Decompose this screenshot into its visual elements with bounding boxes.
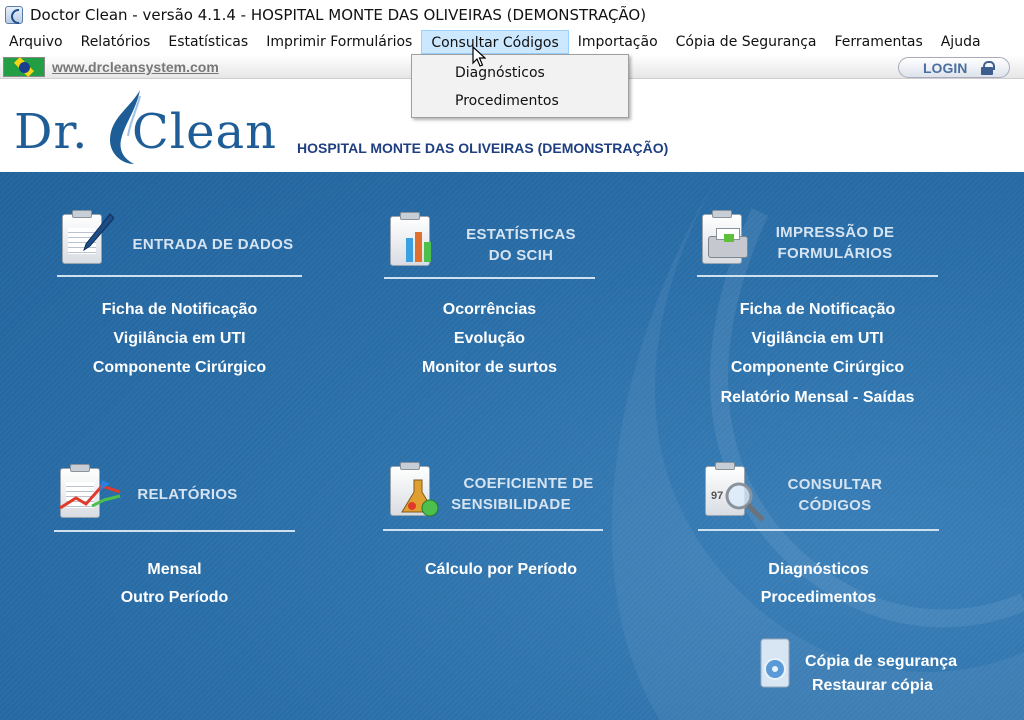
logo-text-dr: Dr. [14, 104, 89, 160]
estatisticas-evolucao-link[interactable]: Evolução [384, 330, 595, 348]
login-label: LOGIN [923, 59, 968, 76]
relatorios-outro-periodo-link[interactable]: Outro Período [54, 589, 295, 607]
consultar-procedimentos-link[interactable]: Procedimentos [698, 589, 939, 607]
impressao-vigilancia-uti-link[interactable]: Vigilância em UTI [697, 330, 938, 348]
relatorios-divider [54, 530, 295, 532]
consultar-divider [698, 529, 939, 531]
relatorios-mensal-link[interactable]: Mensal [54, 561, 295, 579]
estatisticas-monitor-surtos-link[interactable]: Monitor de surtos [384, 359, 595, 377]
dr-clean-logo: Dr. Clean [12, 80, 282, 180]
impressao-formularios-icon[interactable] [698, 210, 754, 268]
menu-copia-seguranca[interactable]: Cópia de Segurança [667, 30, 826, 54]
entrada-dados-title[interactable]: ENTRADA DE DADOS [118, 234, 308, 255]
mouse-cursor-icon [472, 46, 486, 67]
coeficiente-divider [383, 529, 603, 531]
login-button[interactable]: LOGIN [898, 57, 1010, 78]
brazil-flag-icon[interactable] [3, 57, 45, 77]
consultar-diagnosticos-link[interactable]: Diagnósticos [698, 561, 939, 579]
estatisticas-title-line2[interactable]: DO SCIH [446, 245, 596, 266]
relatorios-icon[interactable] [56, 464, 121, 522]
coeficiente-calculo-periodo-link[interactable]: Cálculo por Período [383, 561, 619, 579]
coeficiente-title-line2[interactable]: SENSIBILIDADE [446, 494, 576, 515]
estatisticas-icon[interactable] [386, 212, 442, 270]
coeficiente-title-line1[interactable]: COEFICIENTE DE [446, 473, 611, 494]
menu-ajuda[interactable]: Ajuda [932, 30, 990, 54]
menu-imprimir-formularios[interactable]: Imprimir Formulários [257, 30, 421, 54]
title-bar: Doctor Clean - versão 4.1.4 - HOSPITAL M… [0, 0, 1024, 30]
estatisticas-ocorrencias-link[interactable]: Ocorrências [384, 301, 595, 319]
impressao-divider [697, 275, 938, 277]
consultar-icon-number: 97 [711, 490, 724, 502]
dropdown-item-procedimentos[interactable]: Procedimentos [412, 87, 628, 115]
impressao-componente-cirurgico-link[interactable]: Componente Cirúrgico [697, 359, 938, 377]
entrada-componente-cirurgico-link[interactable]: Componente Cirúrgico [57, 359, 302, 377]
menu-relatorios[interactable]: Relatórios [72, 30, 160, 54]
main-panel: ENTRADA DE DADOS Ficha de Notificação Vi… [0, 172, 1024, 720]
menu-consultar-codigos[interactable]: Consultar Códigos [421, 30, 569, 54]
backup-disk-icon[interactable] [755, 637, 795, 693]
impressao-title-line2[interactable]: FORMULÁRIOS [760, 243, 910, 264]
menu-bar: Arquivo Relatórios Estatísticas Imprimir… [0, 30, 1024, 54]
estatisticas-title-line1[interactable]: ESTATÍSTICAS [446, 224, 596, 245]
impressao-relatorio-mensal-link[interactable]: Relatório Mensal - Saídas [697, 389, 938, 407]
menu-arquivo[interactable]: Arquivo [0, 30, 72, 54]
app-icon [5, 6, 23, 24]
entrada-dados-divider [57, 275, 302, 277]
backup-restaurar-copia-link[interactable]: Restaurar cópia [812, 677, 933, 695]
coeficiente-sensibilidade-icon[interactable] [386, 462, 442, 520]
relatorios-title[interactable]: RELATÓRIOS [120, 484, 255, 505]
backup-copia-seguranca-link[interactable]: Cópia de segurança [805, 653, 957, 671]
impressao-ficha-notificacao-link[interactable]: Ficha de Notificação [697, 301, 938, 319]
impressao-title-line1[interactable]: IMPRESSÃO DE [760, 222, 910, 243]
consultar-codigos-icon[interactable]: 97 [701, 462, 765, 522]
dropdown-item-diagnosticos[interactable]: Diagnósticos [412, 59, 628, 87]
logo-text-clean: Clean [132, 104, 278, 160]
consultar-title-line2[interactable]: CÓDIGOS [770, 495, 900, 516]
estatisticas-divider [384, 277, 595, 279]
entrada-ficha-notificacao-link[interactable]: Ficha de Notificação [57, 301, 302, 319]
menu-importacao[interactable]: Importação [569, 30, 667, 54]
consultar-title-line1[interactable]: CONSULTAR [770, 474, 900, 495]
lock-icon [981, 60, 996, 75]
website-link[interactable]: www.drcleansystem.com [52, 59, 219, 75]
consultar-codigos-dropdown: Diagnósticos Procedimentos [411, 54, 629, 118]
menu-estatisticas[interactable]: Estatísticas [159, 30, 257, 54]
menu-ferramentas[interactable]: Ferramentas [826, 30, 932, 54]
entrada-dados-icon[interactable] [58, 210, 114, 268]
hospital-name: HOSPITAL MONTE DAS OLIVEIRAS (DEMONSTRAÇ… [297, 140, 669, 156]
window-title: Doctor Clean - versão 4.1.4 - HOSPITAL M… [30, 6, 647, 24]
entrada-vigilancia-uti-link[interactable]: Vigilância em UTI [57, 330, 302, 348]
